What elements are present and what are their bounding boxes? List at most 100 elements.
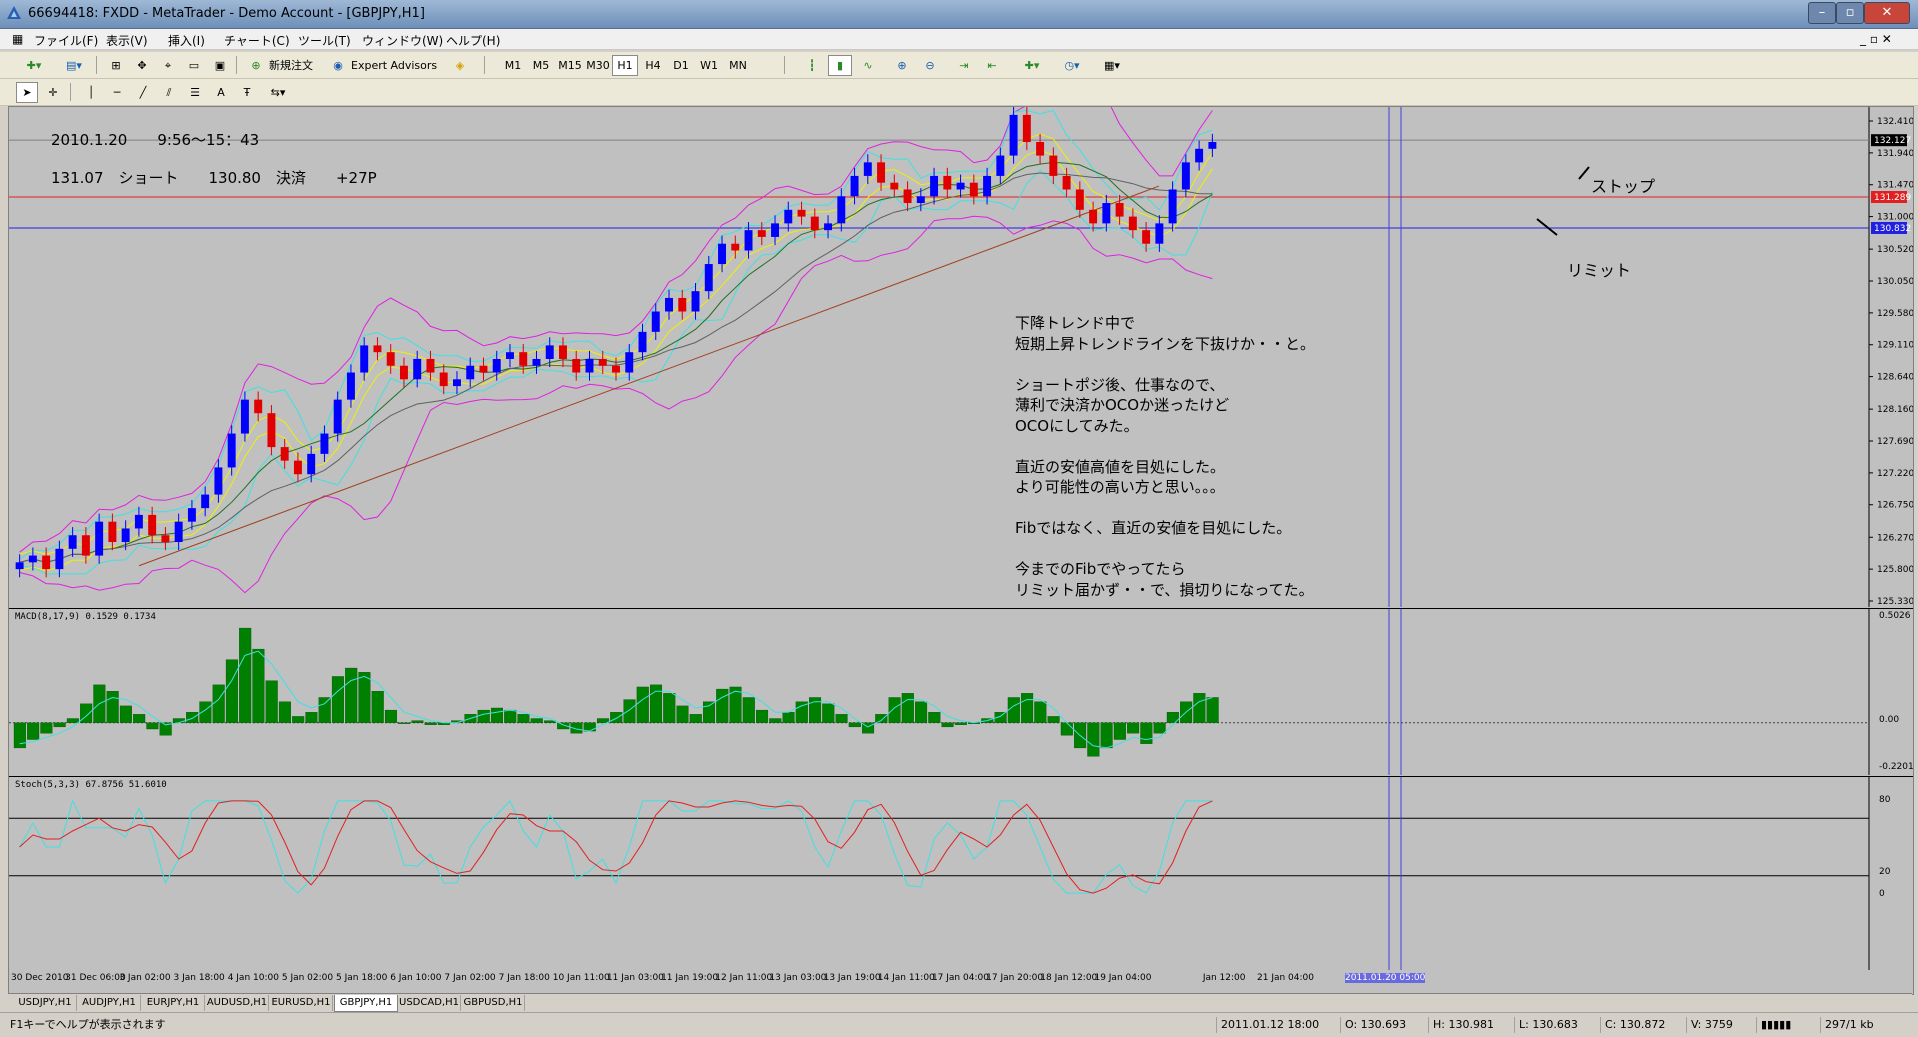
menu-file[interactable]: ファイル(F) <box>34 32 98 49</box>
stoch-main-line <box>19 799 1213 894</box>
vertical-line-icon[interactable]: │ <box>80 82 102 103</box>
price-tick-label: 131.940 <box>1877 149 1913 159</box>
macd-label: MACD(8,17,9) 0.1529 0.1734 <box>15 612 156 622</box>
candle-body <box>1102 203 1111 224</box>
candle-body <box>1062 175 1071 190</box>
market-watch-icon[interactable]: ⊞ <box>104 55 128 76</box>
price-tick-label: 128.640 <box>1877 373 1913 383</box>
tf-mn[interactable]: MN <box>724 55 752 76</box>
new-order-icon[interactable]: ⊕ <box>244 55 268 76</box>
new-chart-button[interactable]: ✚▾ <box>16 55 52 76</box>
macd-histogram-bar <box>358 672 371 723</box>
text-icon[interactable]: A <box>210 82 232 103</box>
chart-shift-icon[interactable]: ⇤ <box>980 55 1004 76</box>
tab-gbpjpy[interactable]: GBPJPY,H1 <box>334 995 398 1012</box>
price-tag-label: 130.832 <box>1874 224 1911 234</box>
menu-tools[interactable]: ツール(T) <box>298 32 351 49</box>
tf-w1[interactable]: W1 <box>696 55 722 76</box>
line-chart-icon[interactable]: ∿ <box>856 55 880 76</box>
time-tick-label: 11 Jan 03:00 <box>606 973 664 983</box>
status-low: L: 130.683 <box>1514 1017 1599 1033</box>
close-button[interactable]: ✕ <box>1864 2 1910 24</box>
macd-histogram-bar <box>1021 693 1034 723</box>
macd-histogram-bar <box>782 712 795 723</box>
candle-body <box>413 358 422 380</box>
macd-histogram-bar <box>596 718 610 723</box>
cursor-icon[interactable]: ➤ <box>16 82 38 103</box>
macd-histogram-bar <box>1193 693 1206 723</box>
expert-advisors-button[interactable]: Expert Advisors <box>350 55 442 76</box>
time-tick-label: 14 Jan 11:00 <box>877 973 935 983</box>
macd-histogram-bar <box>954 722 967 725</box>
minimize-button[interactable]: – <box>1808 2 1836 24</box>
zoom-in-icon[interactable]: ⊕ <box>890 55 914 76</box>
crosshair-icon[interactable]: ✛ <box>42 82 64 103</box>
candle-body <box>161 535 170 543</box>
tester-icon[interactable]: ▣ <box>208 55 232 76</box>
price-tick-label: 131.000 <box>1877 213 1913 223</box>
note-header-trade: 131.07 ショート 130.80 決済 +27P <box>51 169 377 187</box>
price-tag-label: 131.289 <box>1874 193 1911 203</box>
text-label-icon[interactable]: Ŧ <box>236 82 258 103</box>
alert-icon[interactable]: ◈ <box>448 55 472 76</box>
menu-chart[interactable]: チャート(C) <box>224 32 290 49</box>
mdi-controls[interactable]: _ ▫ ✕ <box>1860 32 1892 46</box>
new-order-button[interactable]: 新規注文 <box>268 55 324 76</box>
macd-histogram-bar <box>676 705 689 723</box>
tab-eurjpy[interactable]: EURJPY,H1 <box>142 995 205 1011</box>
tf-m5[interactable]: M5 <box>528 55 554 76</box>
trendline-icon[interactable]: ╱ <box>132 82 154 103</box>
horizontal-line-icon[interactable]: ─ <box>106 82 128 103</box>
menu-view[interactable]: 表示(V) <box>106 32 148 49</box>
price-tick-label: 130.050 <box>1877 277 1913 287</box>
price-tick-label: 126.270 <box>1877 533 1913 543</box>
candle-body <box>254 399 263 414</box>
zoom-out-icon[interactable]: ⊖ <box>918 55 942 76</box>
menu-window[interactable]: ウィンドウ(W) <box>362 32 443 49</box>
tf-m30[interactable]: M30 <box>584 55 612 76</box>
autoscroll-icon[interactable]: ⇥ <box>952 55 976 76</box>
macd-pane[interactable]: MACD(8,17,9) 0.1529 0.1734 0.5026 0.00 -… <box>9 608 1914 775</box>
tab-audusd[interactable]: AUDUSD,H1 <box>206 995 269 1011</box>
stochastic-pane[interactable]: Stoch(5,3,3) 67.8756 51.6010 80 20 0 <box>9 776 1913 970</box>
tf-m1[interactable]: M1 <box>500 55 526 76</box>
menu-help[interactable]: ヘルプ(H) <box>446 32 500 49</box>
tab-audjpy[interactable]: AUDJPY,H1 <box>78 995 141 1011</box>
candle-body <box>665 297 673 312</box>
candle-body <box>1036 142 1045 156</box>
periods-button[interactable]: ◷▾ <box>1054 55 1090 76</box>
fibonacci-icon[interactable]: ☰ <box>184 82 206 103</box>
tf-d1[interactable]: D1 <box>668 55 694 76</box>
candle-body <box>386 352 395 366</box>
candle-body <box>731 243 740 251</box>
expert-advisors-icon[interactable]: ◉ <box>326 55 350 76</box>
bar-chart-icon[interactable]: ┇ <box>800 55 824 76</box>
candle-body <box>108 521 117 543</box>
chart-window[interactable]: 132.410 131.940 131.470 131.000 130.520 130.0… <box>8 106 1914 995</box>
channel-icon[interactable]: ⫽ <box>158 82 180 103</box>
tf-h4[interactable]: H4 <box>640 55 666 76</box>
tab-eurusd[interactable]: EURUSD,H1 <box>270 995 333 1011</box>
templates-button[interactable]: ▦▾ <box>1094 55 1130 76</box>
menu-insert[interactable]: 挿入(I) <box>168 32 205 49</box>
price-tick-label: 126.750 <box>1877 501 1913 511</box>
navigator-icon[interactable]: ✥ <box>130 55 154 76</box>
candle-body <box>439 372 448 387</box>
tf-h1[interactable]: H1 <box>612 55 638 76</box>
terminal-icon[interactable]: ▭ <box>182 55 206 76</box>
price-tick-label: 132.410 <box>1877 117 1913 127</box>
arrows-button[interactable]: ⇆▾ <box>262 82 294 103</box>
tab-usdcad[interactable]: USDCAD,H1 <box>398 995 461 1011</box>
maximize-button[interactable]: ▫ <box>1836 2 1864 24</box>
tab-gbpusd[interactable]: GBPUSD,H1 <box>462 995 525 1011</box>
price-pane[interactable]: 132.410 131.940 131.470 131.000 130.520 130.0… <box>9 107 1913 607</box>
candlestick-icon[interactable]: ▮ <box>828 55 852 76</box>
tab-usdjpy[interactable]: USDJPY,H1 <box>14 995 77 1011</box>
time-tick-label: 10 Jan 11:00 <box>552 973 610 983</box>
data-window-icon[interactable]: ⌖ <box>156 55 180 76</box>
candle-body <box>15 562 24 570</box>
profiles-button[interactable]: ▤▾ <box>56 55 92 76</box>
indicators-button[interactable]: ✚▾ <box>1014 55 1050 76</box>
candle-body <box>824 223 833 231</box>
tf-m15[interactable]: M15 <box>556 55 584 76</box>
